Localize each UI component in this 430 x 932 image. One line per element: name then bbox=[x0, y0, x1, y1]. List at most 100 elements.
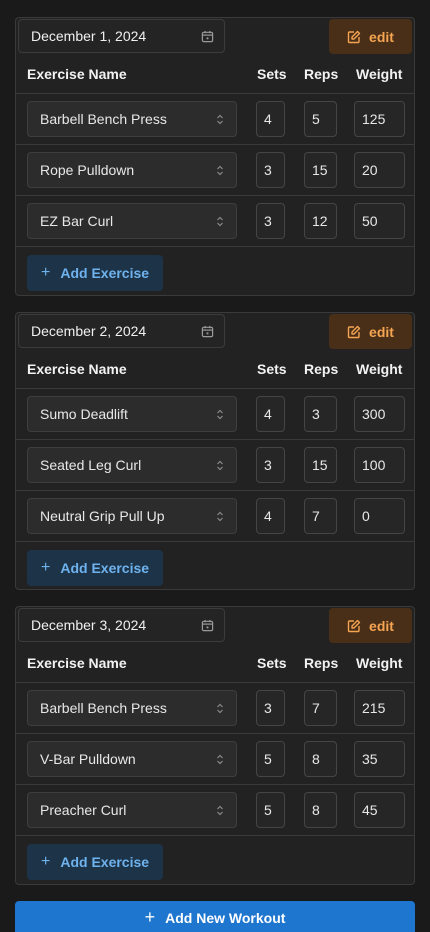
reps-input[interactable]: 3 bbox=[304, 396, 337, 432]
exercise-name: Rope Pulldown bbox=[40, 162, 135, 178]
workout-card-header: December 2, 2024 edit bbox=[16, 313, 414, 351]
reps-input[interactable]: 15 bbox=[304, 152, 337, 188]
exercise-row: Rope Pulldown 3 15 20 bbox=[16, 145, 414, 196]
sets-input[interactable]: 4 bbox=[256, 396, 285, 432]
date-picker[interactable]: December 2, 2024 bbox=[18, 314, 225, 348]
date-value: December 2, 2024 bbox=[31, 323, 147, 339]
plus-icon: + bbox=[41, 853, 51, 870]
table-header: Exercise Name Sets Reps Weight bbox=[16, 645, 414, 683]
column-exercise-name: Exercise Name bbox=[27, 66, 127, 82]
edit-icon bbox=[347, 325, 361, 338]
sets-input[interactable]: 4 bbox=[256, 498, 285, 534]
reps-input[interactable]: 12 bbox=[304, 203, 337, 239]
exercise-select[interactable]: Barbell Bench Press bbox=[27, 101, 237, 137]
sets-input[interactable]: 4 bbox=[256, 101, 285, 137]
exercise-select[interactable]: Neutral Grip Pull Up bbox=[27, 498, 237, 534]
exercise-row: Barbell Bench Press 4 5 125 bbox=[16, 94, 414, 145]
exercise-row: EZ Bar Curl 3 12 50 bbox=[16, 196, 414, 247]
sets-input[interactable]: 3 bbox=[256, 447, 285, 483]
sets-input[interactable]: 5 bbox=[256, 792, 285, 828]
add-exercise-button[interactable]: + Add Exercise bbox=[27, 844, 163, 880]
add-exercise-button[interactable]: + Add Exercise bbox=[27, 550, 163, 586]
add-exercise-label: Add Exercise bbox=[60, 560, 150, 576]
edit-button[interactable]: edit bbox=[329, 608, 412, 643]
exercise-name: Seated Leg Curl bbox=[40, 457, 142, 473]
chevron-up-down-icon bbox=[217, 216, 223, 227]
exercise-select[interactable]: Sumo Deadlift bbox=[27, 396, 237, 432]
date-value: December 3, 2024 bbox=[31, 617, 147, 633]
edit-icon bbox=[347, 619, 361, 632]
workout-card: December 3, 2024 edit Exercise Name Sets… bbox=[15, 606, 415, 885]
weight-input[interactable]: 300 bbox=[354, 396, 405, 432]
exercise-select[interactable]: Seated Leg Curl bbox=[27, 447, 237, 483]
weight-input[interactable]: 45 bbox=[354, 792, 405, 828]
weight-input[interactable]: 100 bbox=[354, 447, 405, 483]
reps-input[interactable]: 7 bbox=[304, 498, 337, 534]
sets-input[interactable]: 3 bbox=[256, 203, 285, 239]
date-picker[interactable]: December 1, 2024 bbox=[18, 19, 225, 53]
column-sets: Sets bbox=[257, 655, 287, 671]
column-reps: Reps bbox=[304, 655, 339, 671]
column-sets: Sets bbox=[257, 361, 287, 377]
edit-button[interactable]: edit bbox=[329, 19, 412, 54]
plus-icon: + bbox=[41, 264, 51, 281]
edit-label: edit bbox=[369, 323, 394, 340]
exercise-name: Sumo Deadlift bbox=[40, 406, 128, 422]
sets-input[interactable]: 5 bbox=[256, 741, 285, 777]
table-header: Exercise Name Sets Reps Weight bbox=[16, 56, 414, 94]
exercise-row: Neutral Grip Pull Up 4 7 0 bbox=[16, 491, 414, 542]
column-reps: Reps bbox=[304, 361, 339, 377]
reps-input[interactable]: 5 bbox=[304, 101, 337, 137]
sets-input[interactable]: 3 bbox=[256, 690, 285, 726]
column-sets: Sets bbox=[257, 66, 287, 82]
weight-input[interactable]: 20 bbox=[354, 152, 405, 188]
column-exercise-name: Exercise Name bbox=[27, 361, 127, 377]
exercise-name: Neutral Grip Pull Up bbox=[40, 508, 165, 524]
workout-card-header: December 3, 2024 edit bbox=[16, 607, 414, 645]
workout-card-header: December 1, 2024 edit bbox=[16, 18, 414, 56]
weight-input[interactable]: 0 bbox=[354, 498, 405, 534]
weight-input[interactable]: 125 bbox=[354, 101, 405, 137]
add-new-workout-label: Add New Workout bbox=[165, 910, 286, 926]
weight-input[interactable]: 50 bbox=[354, 203, 405, 239]
date-picker[interactable]: December 3, 2024 bbox=[18, 608, 225, 642]
workout-log-page: December 1, 2024 edit Exercise Name Sets… bbox=[0, 0, 430, 932]
exercise-select[interactable]: EZ Bar Curl bbox=[27, 203, 237, 239]
edit-label: edit bbox=[369, 617, 394, 634]
reps-input[interactable]: 8 bbox=[304, 741, 337, 777]
reps-input[interactable]: 8 bbox=[304, 792, 337, 828]
weight-input[interactable]: 215 bbox=[354, 690, 405, 726]
weight-input[interactable]: 35 bbox=[354, 741, 405, 777]
add-exercise-button[interactable]: + Add Exercise bbox=[27, 255, 163, 291]
column-weight: Weight bbox=[356, 361, 403, 377]
column-reps: Reps bbox=[304, 66, 339, 82]
edit-button[interactable]: edit bbox=[329, 314, 412, 349]
chevron-up-down-icon bbox=[217, 409, 223, 420]
add-new-workout-button[interactable]: + Add New Workout bbox=[15, 901, 415, 932]
exercise-select[interactable]: Barbell Bench Press bbox=[27, 690, 237, 726]
exercise-row: Sumo Deadlift 4 3 300 bbox=[16, 389, 414, 440]
add-exercise-row: + Add Exercise bbox=[16, 542, 414, 593]
exercise-row: Barbell Bench Press 3 7 215 bbox=[16, 683, 414, 734]
plus-icon: + bbox=[144, 907, 156, 927]
workout-card: December 1, 2024 edit Exercise Name Sets… bbox=[15, 17, 415, 296]
exercise-select[interactable]: V-Bar Pulldown bbox=[27, 741, 237, 777]
chevron-up-down-icon bbox=[217, 511, 223, 522]
exercise-select[interactable]: Rope Pulldown bbox=[27, 152, 237, 188]
chevron-up-down-icon bbox=[217, 165, 223, 176]
exercise-row: V-Bar Pulldown 5 8 35 bbox=[16, 734, 414, 785]
add-exercise-row: + Add Exercise bbox=[16, 247, 414, 298]
exercise-row: Preacher Curl 5 8 45 bbox=[16, 785, 414, 836]
column-weight: Weight bbox=[356, 655, 403, 671]
date-value: December 1, 2024 bbox=[31, 28, 147, 44]
chevron-up-down-icon bbox=[217, 114, 223, 125]
table-header: Exercise Name Sets Reps Weight bbox=[16, 351, 414, 389]
exercise-name: Barbell Bench Press bbox=[40, 700, 167, 716]
exercise-name: V-Bar Pulldown bbox=[40, 751, 136, 767]
exercise-name: Preacher Curl bbox=[40, 802, 127, 818]
reps-input[interactable]: 7 bbox=[304, 690, 337, 726]
sets-input[interactable]: 3 bbox=[256, 152, 285, 188]
add-exercise-row: + Add Exercise bbox=[16, 836, 414, 887]
exercise-select[interactable]: Preacher Curl bbox=[27, 792, 237, 828]
reps-input[interactable]: 15 bbox=[304, 447, 337, 483]
